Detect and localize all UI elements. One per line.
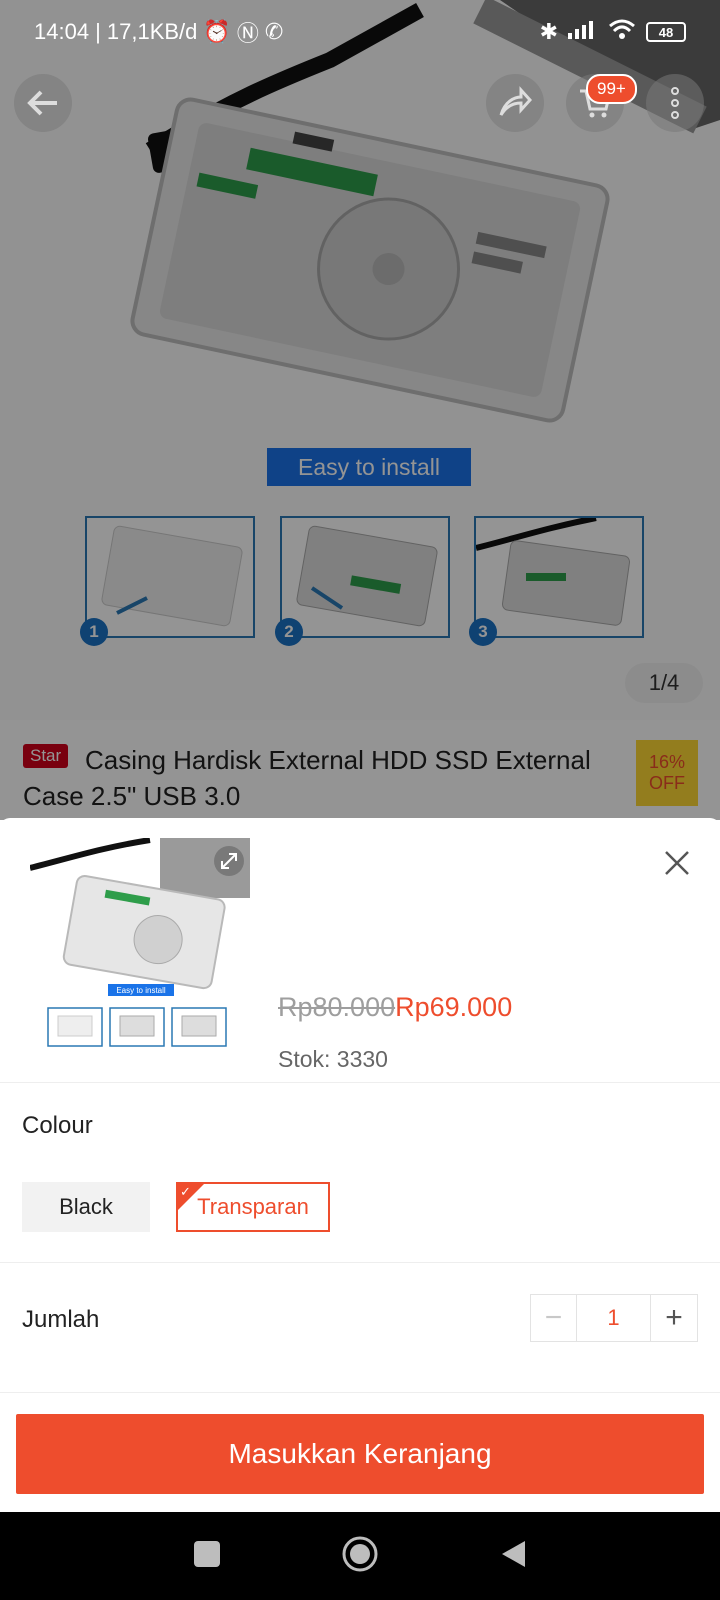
home-circle-icon [342, 1536, 378, 1571]
square-icon [194, 1540, 220, 1567]
divider [0, 1082, 720, 1083]
status-network-speed: | 17,1KB/d [95, 19, 198, 44]
colour-option-transparan[interactable]: ✓ Transparan [176, 1182, 330, 1232]
share-button[interactable] [486, 74, 544, 132]
alarm-icon: ⏰ [203, 19, 231, 44]
nfc-icon: Ⓝ [236, 21, 259, 46]
wifi-icon [608, 18, 636, 46]
thumbnail-banner-text: Easy to install [116, 986, 166, 995]
quantity-input[interactable]: 1 [577, 1295, 651, 1341]
more-icon [671, 87, 679, 119]
original-price: Rp80.000 [278, 992, 396, 1022]
more-button[interactable] [646, 74, 704, 132]
home-button[interactable] [341, 1535, 379, 1578]
quantity-stepper: − 1 + [530, 1294, 698, 1342]
divider [0, 1392, 720, 1393]
system-back-button[interactable] [499, 1539, 527, 1574]
colour-option-label: Transparan [197, 1194, 309, 1219]
close-button[interactable] [660, 846, 694, 880]
price-row: Rp80.000Rp69.000 [278, 992, 512, 1023]
stock-count: Stok: 3330 [278, 1046, 388, 1072]
recents-button[interactable] [193, 1540, 221, 1573]
system-navigation-bar [0, 1512, 720, 1600]
whatsapp-icon: ✆ [264, 19, 284, 44]
current-price: Rp69.000 [395, 992, 513, 1022]
add-to-cart-button[interactable]: Masukkan Keranjang [16, 1414, 704, 1494]
back-button[interactable] [14, 74, 72, 132]
bluetooth-icon: ✱ [539, 19, 558, 44]
divider [0, 1262, 720, 1263]
battery-icon: 48 [646, 22, 686, 42]
back-arrow-icon [27, 90, 57, 116]
close-icon [665, 851, 689, 875]
triangle-back-icon [502, 1540, 525, 1567]
status-time: 14:04 [34, 19, 90, 44]
increase-quantity-button[interactable]: + [651, 1295, 697, 1341]
expand-image-button[interactable] [214, 846, 244, 876]
cart-badge: 99+ [586, 74, 637, 104]
variant-thumbnail[interactable]: Easy to install [29, 837, 250, 1058]
share-icon [499, 86, 533, 116]
decrease-quantity-button[interactable]: − [531, 1295, 577, 1341]
status-bar: 14:04 | 17,1KB/d ⏰ Ⓝ ✆ ✱ 48 [34, 14, 686, 50]
variant-bottom-sheet: Easy to install Rp80.000Rp69.000 Stok: 3… [0, 818, 720, 1512]
colour-option-black[interactable]: Black [22, 1182, 150, 1232]
selected-check-icon: ✓ [178, 1184, 204, 1210]
colour-label: Colour [22, 1112, 93, 1139]
quantity-label: Jumlah [22, 1306, 100, 1333]
signal-icon [568, 19, 598, 45]
expand-icon [221, 853, 237, 869]
